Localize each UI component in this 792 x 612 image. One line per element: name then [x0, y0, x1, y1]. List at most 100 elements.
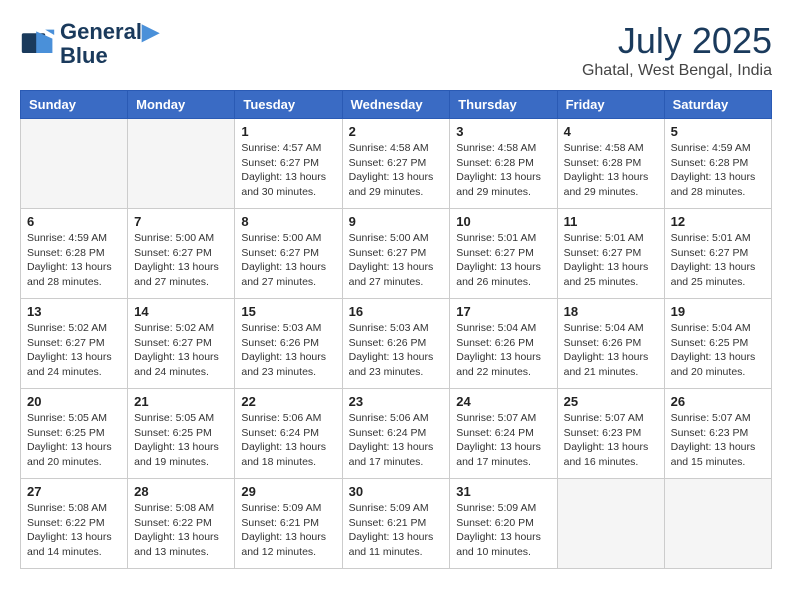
calendar-week-row: 13Sunrise: 5:02 AMSunset: 6:27 PMDayligh…	[21, 299, 772, 389]
day-info: Sunrise: 4:58 AMSunset: 6:28 PMDaylight:…	[456, 141, 550, 200]
day-number: 30	[349, 484, 444, 499]
weekday-header-tuesday: Tuesday	[235, 91, 342, 119]
day-info: Sunrise: 5:00 AMSunset: 6:27 PMDaylight:…	[134, 231, 228, 290]
day-info: Sunrise: 5:08 AMSunset: 6:22 PMDaylight:…	[134, 501, 228, 560]
calendar-cell: 1Sunrise: 4:57 AMSunset: 6:27 PMDaylight…	[235, 119, 342, 209]
day-info: Sunrise: 5:07 AMSunset: 6:23 PMDaylight:…	[564, 411, 658, 470]
calendar-cell: 16 Sunrise: 5:03 AMSunset: 6:26 PMDayligh…	[342, 299, 450, 389]
day-info: Sunrise: 5:01 AMSunset: 6:27 PMDaylight:…	[671, 231, 765, 290]
day-number: 21	[134, 394, 228, 409]
day-info: Sunrise: 5:07 AMSunset: 6:24 PMDaylight:…	[456, 411, 550, 470]
day-info: Sunrise: 5:00 AMSunset: 6:27 PMDaylight:…	[241, 231, 335, 290]
day-number: 25	[564, 394, 658, 409]
day-info: Sunrise: 4:58 AMSunset: 6:27 PMDaylight:…	[349, 141, 444, 200]
day-info: Sunrise: 4:58 AMSunset: 6:28 PMDaylight:…	[564, 141, 658, 200]
calendar-cell	[21, 119, 128, 209]
calendar-cell: 12 Sunrise: 5:01 AMSunset: 6:27 PMDayligh…	[664, 209, 771, 299]
day-info: Sunrise: 5:04 AMSunset: 6:26 PMDaylight:…	[564, 321, 658, 380]
day-info: Sunrise: 5:02 AMSunset: 6:27 PMDaylight:…	[27, 321, 121, 380]
day-number: 27	[27, 484, 121, 499]
calendar-cell: 23 Sunrise: 5:06 AMSunset: 6:24 PMDayligh…	[342, 389, 450, 479]
calendar-cell: 15Sunrise: 5:03 AMSunset: 6:26 PMDayligh…	[235, 299, 342, 389]
day-info: Sunrise: 5:08 AMSunset: 6:22 PMDaylight:…	[27, 501, 121, 560]
day-info: Sunrise: 5:04 AMSunset: 6:25 PMDaylight:…	[671, 321, 765, 380]
page-header: General▶ Blue July 2025 Ghatal, West Ben…	[20, 20, 772, 80]
day-number: 2	[349, 124, 444, 139]
day-info: Sunrise: 4:59 AMSunset: 6:28 PMDaylight:…	[27, 231, 121, 290]
calendar-cell: 14 Sunrise: 5:02 AMSunset: 6:27 PMDayligh…	[128, 299, 235, 389]
calendar-cell: 3 Sunrise: 4:58 AMSunset: 6:28 PMDaylight…	[450, 119, 557, 209]
logo-text: General▶ Blue	[60, 20, 159, 68]
calendar-cell: 21Sunrise: 5:05 AMSunset: 6:25 PMDayligh…	[128, 389, 235, 479]
calendar-cell: 28Sunrise: 5:08 AMSunset: 6:22 PMDayligh…	[128, 479, 235, 569]
location: Ghatal, West Bengal, India	[582, 62, 772, 80]
day-info: Sunrise: 5:06 AMSunset: 6:24 PMDaylight:…	[241, 411, 335, 470]
day-number: 11	[564, 214, 658, 229]
day-number: 1	[241, 124, 335, 139]
weekday-header-thursday: Thursday	[450, 91, 557, 119]
weekday-header-friday: Friday	[557, 91, 664, 119]
calendar-cell: 29Sunrise: 5:09 AMSunset: 6:21 PMDayligh…	[235, 479, 342, 569]
calendar-cell: 2 Sunrise: 4:58 AMSunset: 6:27 PMDaylight…	[342, 119, 450, 209]
calendar-cell: 5Sunrise: 4:59 AMSunset: 6:28 PMDaylight…	[664, 119, 771, 209]
calendar-cell: 8Sunrise: 5:00 AMSunset: 6:27 PMDaylight…	[235, 209, 342, 299]
month-title: July 2025	[582, 20, 772, 62]
day-number: 9	[349, 214, 444, 229]
calendar-cell	[664, 479, 771, 569]
calendar-cell: 20Sunrise: 5:05 AMSunset: 6:25 PMDayligh…	[21, 389, 128, 479]
day-info: Sunrise: 5:09 AMSunset: 6:21 PMDaylight:…	[349, 501, 444, 560]
calendar-week-row: 20Sunrise: 5:05 AMSunset: 6:25 PMDayligh…	[21, 389, 772, 479]
day-info: Sunrise: 5:09 AMSunset: 6:20 PMDaylight:…	[456, 501, 550, 560]
calendar-cell: 17Sunrise: 5:04 AMSunset: 6:26 PMDayligh…	[450, 299, 557, 389]
day-number: 19	[671, 304, 765, 319]
day-info: Sunrise: 5:03 AMSunset: 6:26 PMDaylight:…	[349, 321, 444, 380]
day-info: Sunrise: 5:06 AMSunset: 6:24 PMDaylight:…	[349, 411, 444, 470]
day-number: 17	[456, 304, 550, 319]
day-info: Sunrise: 5:07 AMSunset: 6:23 PMDaylight:…	[671, 411, 765, 470]
calendar-header-row: SundayMondayTuesdayWednesdayThursdayFrid…	[21, 91, 772, 119]
calendar-cell: 18 Sunrise: 5:04 AMSunset: 6:26 PMDayligh…	[557, 299, 664, 389]
calendar-cell: 27 Sunrise: 5:08 AMSunset: 6:22 PMDayligh…	[21, 479, 128, 569]
day-number: 10	[456, 214, 550, 229]
day-number: 6	[27, 214, 121, 229]
day-number: 23	[349, 394, 444, 409]
calendar-cell: 7 Sunrise: 5:00 AMSunset: 6:27 PMDaylight…	[128, 209, 235, 299]
calendar-cell: 22 Sunrise: 5:06 AMSunset: 6:24 PMDayligh…	[235, 389, 342, 479]
calendar-week-row: 27 Sunrise: 5:08 AMSunset: 6:22 PMDayligh…	[21, 479, 772, 569]
weekday-header-sunday: Sunday	[21, 91, 128, 119]
calendar-cell: 26 Sunrise: 5:07 AMSunset: 6:23 PMDayligh…	[664, 389, 771, 479]
calendar-week-row: 6 Sunrise: 4:59 AMSunset: 6:28 PMDaylight…	[21, 209, 772, 299]
day-number: 29	[241, 484, 335, 499]
day-info: Sunrise: 5:00 AMSunset: 6:27 PMDaylight:…	[349, 231, 444, 290]
day-info: Sunrise: 5:02 AMSunset: 6:27 PMDaylight:…	[134, 321, 228, 380]
day-number: 12	[671, 214, 765, 229]
calendar-cell: 11 Sunrise: 5:01 AMSunset: 6:27 PMDayligh…	[557, 209, 664, 299]
calendar-cell: 10Sunrise: 5:01 AMSunset: 6:27 PMDayligh…	[450, 209, 557, 299]
calendar-cell: 30 Sunrise: 5:09 AMSunset: 6:21 PMDayligh…	[342, 479, 450, 569]
logo: General▶ Blue	[20, 20, 159, 68]
day-info: Sunrise: 5:01 AMSunset: 6:27 PMDaylight:…	[564, 231, 658, 290]
day-number: 3	[456, 124, 550, 139]
calendar-cell: 31Sunrise: 5:09 AMSunset: 6:20 PMDayligh…	[450, 479, 557, 569]
calendar-cell: 13Sunrise: 5:02 AMSunset: 6:27 PMDayligh…	[21, 299, 128, 389]
day-number: 16	[349, 304, 444, 319]
calendar-cell: 6 Sunrise: 4:59 AMSunset: 6:28 PMDaylight…	[21, 209, 128, 299]
day-number: 15	[241, 304, 335, 319]
calendar-cell	[128, 119, 235, 209]
weekday-header-monday: Monday	[128, 91, 235, 119]
calendar-table: SundayMondayTuesdayWednesdayThursdayFrid…	[20, 90, 772, 569]
weekday-header-saturday: Saturday	[664, 91, 771, 119]
weekday-header-wednesday: Wednesday	[342, 91, 450, 119]
title-area: July 2025 Ghatal, West Bengal, India	[582, 20, 772, 80]
calendar-cell: 25 Sunrise: 5:07 AMSunset: 6:23 PMDayligh…	[557, 389, 664, 479]
day-number: 20	[27, 394, 121, 409]
day-number: 4	[564, 124, 658, 139]
calendar-week-row: 1Sunrise: 4:57 AMSunset: 6:27 PMDaylight…	[21, 119, 772, 209]
day-number: 26	[671, 394, 765, 409]
day-number: 22	[241, 394, 335, 409]
day-number: 5	[671, 124, 765, 139]
calendar-cell: 4 Sunrise: 4:58 AMSunset: 6:28 PMDaylight…	[557, 119, 664, 209]
day-number: 14	[134, 304, 228, 319]
day-number: 7	[134, 214, 228, 229]
day-number: 18	[564, 304, 658, 319]
